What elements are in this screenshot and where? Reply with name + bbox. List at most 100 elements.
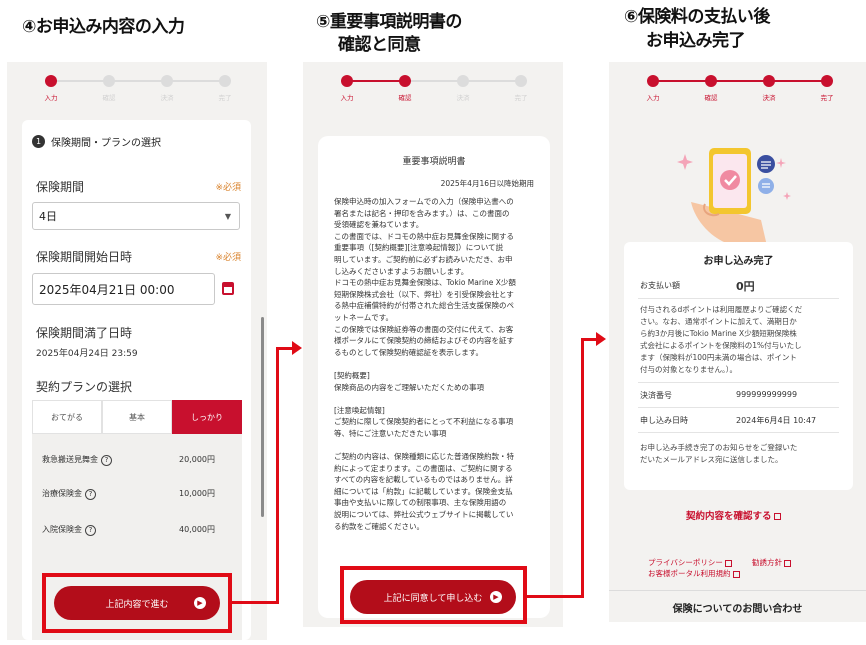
footer-divider	[609, 590, 866, 591]
step-4-heading: ④お申込み内容の入力	[22, 17, 185, 37]
privacy-policy-label: プライバシーポリシー	[648, 558, 723, 567]
document-date: 2025年4月16日以降始期用	[440, 179, 534, 188]
start-date-value: 2025年04月21日 00:00	[39, 282, 175, 297]
application-date-value: 2024年6月4日 10:47	[736, 416, 817, 425]
required-badge-period: ※必須	[215, 183, 241, 193]
stepper-label-input: 入力	[44, 94, 58, 102]
flow-arrow-2-h2	[581, 338, 597, 341]
disclosure-document-card: 重要事項説明書 2025年4月16日以降始期用 保険申込時の加入フォームでの入力…	[318, 136, 550, 618]
paid-amount-label: お支払い額	[640, 281, 680, 290]
progress-stepper: 入力 確認 決済 完了	[303, 62, 563, 110]
progress-stepper: 入力 確認 決済 完了	[609, 62, 866, 110]
email-note: お申し込み手続き完了のお知らせをご登録いた だいたメールアドレス宛に送信しました…	[640, 443, 798, 464]
flow-arrow-2-head	[596, 332, 606, 346]
stepper-dot-complete	[821, 75, 833, 87]
plan-label: 契約プランの選択	[36, 380, 133, 394]
flow-arrow-1-v	[276, 347, 279, 604]
solicitation-policy-label: 勧誘方針	[752, 558, 782, 567]
start-date-input[interactable]: 2025年04月21日 00:00	[32, 273, 215, 305]
help-icon[interactable]: ?	[85, 488, 96, 500]
plan-tab-basic[interactable]: 基本	[102, 400, 172, 434]
stepper-label-complete: 完了	[514, 94, 528, 102]
end-date-value: 2025年04月24日 23:59	[36, 349, 138, 359]
stepper-label-confirm: 確認	[704, 94, 718, 102]
external-link-icon	[773, 513, 781, 520]
coverage-name: 入院保険金	[42, 525, 82, 534]
paid-amount-value: 0円	[736, 280, 755, 293]
stepper-label-input: 入力	[340, 94, 354, 102]
stepper-dot-payment	[161, 75, 173, 87]
coverage-row-emergency: 救急搬送見舞金? 20,000円	[42, 454, 215, 466]
proceed-button-label: 上記内容で進む	[105, 599, 169, 610]
progress-stepper: 入力 確認 決済 完了	[7, 62, 267, 110]
completion-summary-card: お申し込み完了 お支払い額 0円 付与されるdポイントは利用履歴よりご確認くだ …	[624, 242, 853, 490]
summary-title: お申し込み完了	[703, 256, 774, 267]
check-icon	[720, 170, 740, 190]
stepper-dot-payment	[763, 75, 775, 87]
plan-tab-otegaru[interactable]: おてがる	[32, 400, 102, 434]
period-select[interactable]: 4日 ▼	[32, 202, 240, 230]
external-link-icon	[724, 559, 732, 567]
coverage-name: 救急搬送見舞金	[42, 455, 98, 464]
stepper-label-complete: 完了	[218, 94, 232, 102]
settlement-number-label: 決済番号	[640, 391, 672, 400]
panel-step-5: 入力 確認 決済 完了 重要事項説明書 2025年4月16日以降始期用 保険申込…	[303, 62, 563, 627]
section-title-text: 保険期間・プランの選択	[51, 138, 161, 149]
help-icon[interactable]: ?	[85, 524, 96, 536]
stepper-label-confirm: 確認	[398, 94, 412, 102]
confirm-contract-link[interactable]: 契約内容を確認する	[686, 508, 781, 522]
chat-bubble-icon	[757, 155, 775, 173]
arrow-right-icon: ▶	[194, 597, 206, 609]
required-badge-start: ※必須	[215, 253, 241, 263]
stepper-track-done	[347, 80, 405, 82]
document-title: 重要事項説明書	[402, 157, 466, 167]
solicitation-policy-link[interactable]: 勧誘方針	[752, 557, 791, 568]
agree-apply-button[interactable]: 上記に同意して申し込む ▶	[350, 580, 516, 614]
stepper-label-payment: 決済	[160, 94, 174, 102]
application-date-label: 申し込み日時	[640, 416, 688, 425]
flow-arrow-2-v	[581, 338, 584, 598]
portal-terms-label: お客様ポータル利用規約	[648, 569, 731, 578]
section-number-badge: 1	[32, 135, 45, 148]
stepper-dot-input	[647, 75, 659, 87]
privacy-policy-link[interactable]: プライバシーポリシー	[648, 557, 732, 568]
section-title: 1 保険期間・プランの選択	[32, 134, 161, 149]
period-select-value: 4日	[39, 210, 57, 223]
document-body: 保険申込時の加入フォームでの入力（保険申込書への 署名または記名・押印を含みます…	[334, 197, 516, 531]
stepper-dot-complete	[219, 75, 231, 87]
help-icon[interactable]: ?	[101, 454, 112, 466]
settlement-number-value: 999999999999	[736, 390, 798, 399]
chat-bubble-icon	[758, 178, 774, 194]
agree-apply-button-label: 上記に同意して申し込む	[383, 593, 483, 604]
external-link-icon	[784, 559, 791, 567]
end-date-label: 保険期間満了日時	[36, 326, 133, 340]
step-5-heading-line1: ⑤重要事項説明書の	[316, 12, 462, 32]
coverage-name: 治療保険金	[42, 489, 82, 498]
divider	[638, 382, 839, 383]
divider	[638, 432, 839, 433]
stepper-label-payment: 決済	[456, 94, 470, 102]
stepper-label-confirm: 確認	[102, 94, 116, 102]
external-link-icon	[732, 570, 740, 578]
stepper-dot-confirm	[705, 75, 717, 87]
completion-illustration	[677, 148, 791, 246]
scrollbar-thumb[interactable]	[261, 317, 264, 517]
coverage-amount: 10,000円	[179, 489, 215, 499]
confirm-contract-link-label: 契約内容を確認する	[686, 511, 772, 522]
divider	[638, 298, 839, 299]
coverage-amount: 20,000円	[179, 455, 215, 465]
chevron-down-icon: ▼	[224, 211, 231, 221]
points-note: 付与されるdポイントは利用履歴よりご確認くだ さい。なお、通常ポイントに加えて、…	[640, 305, 803, 374]
stepper-dot-input	[45, 75, 57, 87]
flow-arrow-1-head	[292, 341, 302, 355]
panel-step-6: 入力 確認 決済 完了 お申し込み完了 お支払い額 0円 付与されるdポイントは…	[609, 62, 866, 622]
divider	[638, 407, 839, 408]
plan-tabs: おてがる 基本 しっかり	[32, 400, 242, 434]
stepper-label-input: 入力	[646, 94, 660, 102]
period-label: 保険期間	[36, 180, 85, 194]
calendar-icon[interactable]	[222, 282, 234, 295]
plan-selection-card: 1 保険期間・プランの選択 保険期間 ※必須 4日 ▼ 保険期間開始日時 ※必須…	[22, 120, 251, 640]
portal-terms-link[interactable]: お客様ポータル利用規約	[648, 568, 740, 579]
proceed-button[interactable]: 上記内容で進む ▶	[54, 586, 220, 620]
plan-tab-shikkari[interactable]: しっかり	[172, 400, 242, 434]
